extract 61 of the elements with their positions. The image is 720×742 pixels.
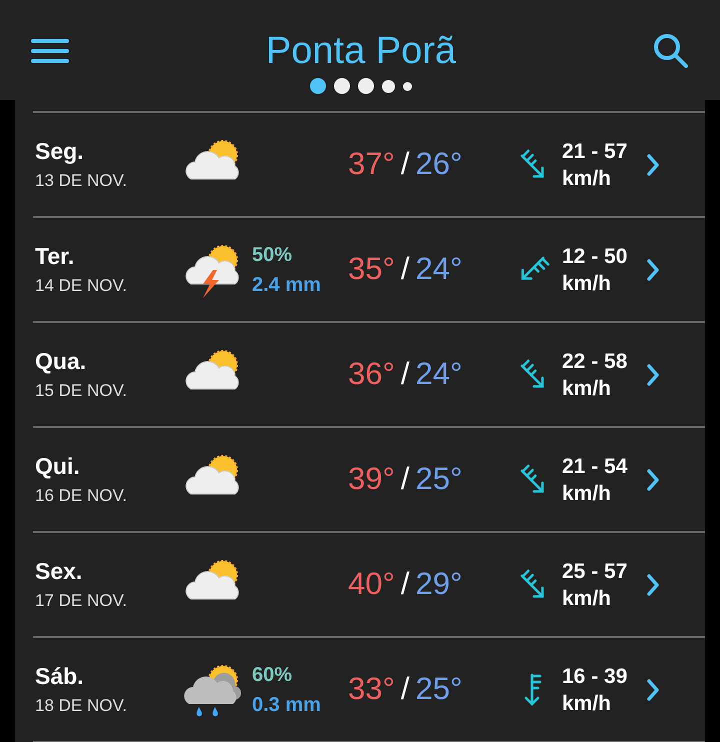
- wind-unit: km/h: [562, 690, 612, 716]
- wind-unit: km/h: [562, 166, 612, 192]
- high-temp: 36°: [348, 355, 395, 394]
- forecast-row[interactable]: Seg. 13 DE NOV. 37° / 26° 21 - 57 km/h: [33, 113, 705, 218]
- day-name: Ter.: [35, 242, 76, 270]
- low-temp: 26°: [416, 145, 462, 184]
- wind-speed: 16 - 39: [562, 664, 628, 690]
- wind-unit: km/h: [562, 586, 612, 612]
- separator: /: [400, 565, 410, 604]
- date-label: 16 DE NOV.: [35, 484, 128, 506]
- wind-unit: km/h: [562, 480, 612, 506]
- separator: /: [400, 250, 410, 288]
- search-icon[interactable]: [652, 32, 690, 70]
- precip-chance: 60%: [252, 662, 292, 688]
- wind-unit: km/h: [562, 270, 612, 296]
- chevron-icon: [646, 362, 660, 386]
- high-temp: 37°: [348, 145, 395, 184]
- date-label: 17 DE NOV.: [35, 590, 128, 612]
- chevron-icon: [646, 258, 660, 282]
- separator: /: [400, 460, 410, 498]
- precip-amount: 2.4 mm: [252, 272, 321, 298]
- chevron-icon: [646, 678, 660, 702]
- day-name: Qua.: [35, 346, 88, 374]
- date-label: 13 DE NOV.: [35, 170, 128, 192]
- wind-speed: 21 - 57: [562, 138, 628, 164]
- day-name: Sáb.: [35, 662, 85, 690]
- low-temp: 24°: [416, 250, 462, 288]
- date-label: 18 DE NOV.: [35, 694, 128, 716]
- precip-chance: 50%: [252, 242, 292, 268]
- forecast-row[interactable]: Ter. 14 DE NOV. 50% 2.4 mm 35° / 24° 12 - 50 km/h: [33, 218, 705, 323]
- chevron-icon: [646, 468, 660, 492]
- low-temp: 25°: [416, 670, 462, 708]
- day-name: Seg.: [35, 136, 85, 164]
- low-temp: 24°: [416, 355, 462, 394]
- wind-speed: 25 - 57: [562, 558, 628, 584]
- date-label: 15 DE NOV.: [35, 380, 128, 402]
- day-name: Qui.: [35, 452, 81, 480]
- date-label: 14 DE NOV.: [35, 274, 128, 296]
- low-temp: 25°: [416, 460, 462, 498]
- city-title: Ponta Porã: [266, 29, 456, 74]
- separator: /: [400, 145, 410, 184]
- separator: /: [400, 355, 410, 394]
- precip-amount: 0.3 mm: [252, 692, 321, 718]
- wind-speed: 12 - 50: [562, 244, 628, 270]
- chevron-icon: [646, 572, 660, 596]
- forecast-row[interactable]: Sex. 17 DE NOV. 40° / 29° 25 - 57 km/h: [33, 533, 705, 638]
- chevron-icon: [646, 152, 660, 176]
- menu-icon[interactable]: [30, 38, 70, 64]
- wind-speed: 21 - 54: [562, 454, 628, 480]
- forecast-row[interactable]: Sáb. 18 DE NOV. 60% 0.3 mm 33° / 25° 16 - 39 km/h: [33, 638, 705, 742]
- forecast-row[interactable]: Qua. 15 DE NOV. 36° / 24° 22 - 58 km/h: [33, 323, 705, 428]
- day-name: Sex.: [35, 556, 84, 584]
- low-temp: 29°: [416, 565, 462, 604]
- high-temp: 39°: [348, 460, 395, 498]
- separator: /: [400, 670, 410, 708]
- high-temp: 40°: [348, 565, 395, 604]
- wind-speed: 22 - 58: [562, 348, 628, 374]
- high-temp: 35°: [348, 250, 395, 288]
- forecast-row[interactable]: Qui. 16 DE NOV. 39° / 25° 21 - 54 km/h: [33, 428, 705, 533]
- high-temp: 33°: [348, 670, 395, 708]
- wind-unit: km/h: [562, 376, 612, 402]
